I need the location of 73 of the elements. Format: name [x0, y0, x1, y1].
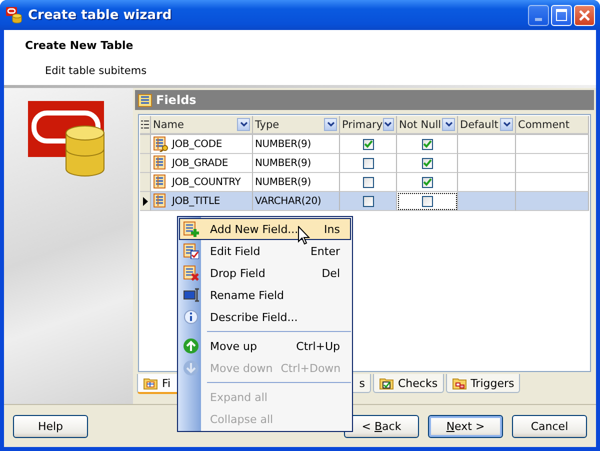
window-title: Create table wizard	[28, 8, 173, 22]
column-header[interactable]: Primary	[340, 116, 397, 134]
checkbox[interactable]	[422, 138, 432, 150]
table-cell: JOB_CODE	[172, 138, 222, 150]
table-cell: JOB_GRADE	[172, 158, 228, 168]
checkbox[interactable]	[362, 196, 374, 206]
table-row[interactable]: JOB_GRADE NUMBER(9)	[140, 154, 589, 173]
table-cell: NUMBER(9)	[255, 176, 311, 188]
help-button[interactable]: Help	[13, 414, 88, 438]
info-icon	[183, 309, 199, 325]
close-icon	[578, 8, 591, 22]
menu-item[interactable]: Edit Field Enter	[179, 240, 351, 262]
step-subtitle: Edit table subitems	[44, 64, 148, 77]
column-header[interactable]: Comment	[516, 116, 589, 134]
filter-dropdown-icon[interactable]	[237, 118, 250, 131]
menu-item[interactable]: Describe Field...	[179, 306, 351, 328]
close-button[interactable]	[574, 4, 595, 26]
up-arrow-icon	[183, 338, 199, 354]
table-cell: JOB_COUNTRY	[172, 176, 241, 188]
checkbox[interactable]	[362, 176, 374, 188]
delete-column-icon	[183, 265, 199, 281]
current-row-icon	[142, 196, 148, 206]
row-header[interactable]	[140, 192, 151, 211]
step-title: Create New Table	[24, 38, 134, 52]
table-cell: JOB_TITLE	[172, 196, 220, 206]
folder-icon	[452, 376, 467, 390]
folder-icon	[379, 376, 394, 390]
panel-title: Fields	[156, 93, 196, 107]
app-icon	[5, 6, 23, 24]
table-row[interactable]: JOB_CODE NUMBER(9)	[140, 135, 589, 154]
filter-dropdown-icon[interactable]	[500, 118, 513, 131]
column-header[interactable]: Type	[253, 116, 340, 134]
table-cell: NUMBER(9)	[255, 138, 311, 150]
column-header[interactable]: Name	[151, 116, 253, 134]
cancel-button[interactable]: Cancel	[512, 414, 587, 438]
shortcut-label: Del	[320, 266, 341, 280]
checkbox[interactable]	[362, 138, 374, 150]
cursor-icon	[298, 226, 310, 245]
checkbox[interactable]	[422, 196, 432, 206]
menu-item[interactable]: Move up Ctrl+Up	[179, 335, 351, 357]
filter-dropdown-icon[interactable]	[324, 118, 337, 131]
column-header[interactable]: Default	[458, 116, 516, 134]
rename-icon	[183, 287, 199, 303]
key-column-icon	[153, 136, 169, 152]
table-cell: VARCHAR(20)	[255, 196, 322, 206]
maximize-icon	[556, 9, 567, 21]
shortcut-label: Ctrl+Up	[295, 340, 341, 352]
filter-dropdown-icon[interactable]	[442, 118, 455, 131]
minimize-button[interactable]	[528, 4, 549, 26]
tab[interactable]: Checks	[373, 374, 444, 393]
back-button[interactable]: < Back	[344, 414, 419, 438]
column-header[interactable]: Not Null	[397, 116, 458, 134]
minimize-icon	[535, 18, 542, 20]
column-chooser[interactable]	[140, 116, 151, 134]
add-column-icon	[183, 221, 199, 237]
checkbox[interactable]	[422, 176, 432, 188]
maximize-button[interactable]	[551, 4, 572, 26]
menu-item[interactable]: Rename Field	[179, 284, 351, 306]
table-cell: NUMBER(9)	[255, 158, 311, 168]
filter-dropdown-icon[interactable]	[382, 118, 394, 131]
menu-item[interactable]: Drop Field Del	[179, 262, 351, 284]
menu-item[interactable]: Add New Field... Ins	[179, 218, 351, 240]
down-arrow-icon	[183, 360, 199, 376]
checkbox[interactable]	[422, 158, 432, 168]
edit-column-icon	[183, 243, 199, 259]
next-button[interactable]: Next >	[428, 414, 503, 438]
checkbox[interactable]	[362, 158, 374, 168]
tab[interactable]: Triggers	[446, 374, 520, 393]
shortcut-label: Ins	[323, 222, 341, 236]
shortcut-label: Enter	[309, 244, 341, 258]
table-row[interactable]: JOB_TITLE VARCHAR(20)	[140, 192, 589, 211]
shortcut-label: Ctrl+Down	[280, 362, 342, 374]
table-icon	[138, 94, 152, 106]
